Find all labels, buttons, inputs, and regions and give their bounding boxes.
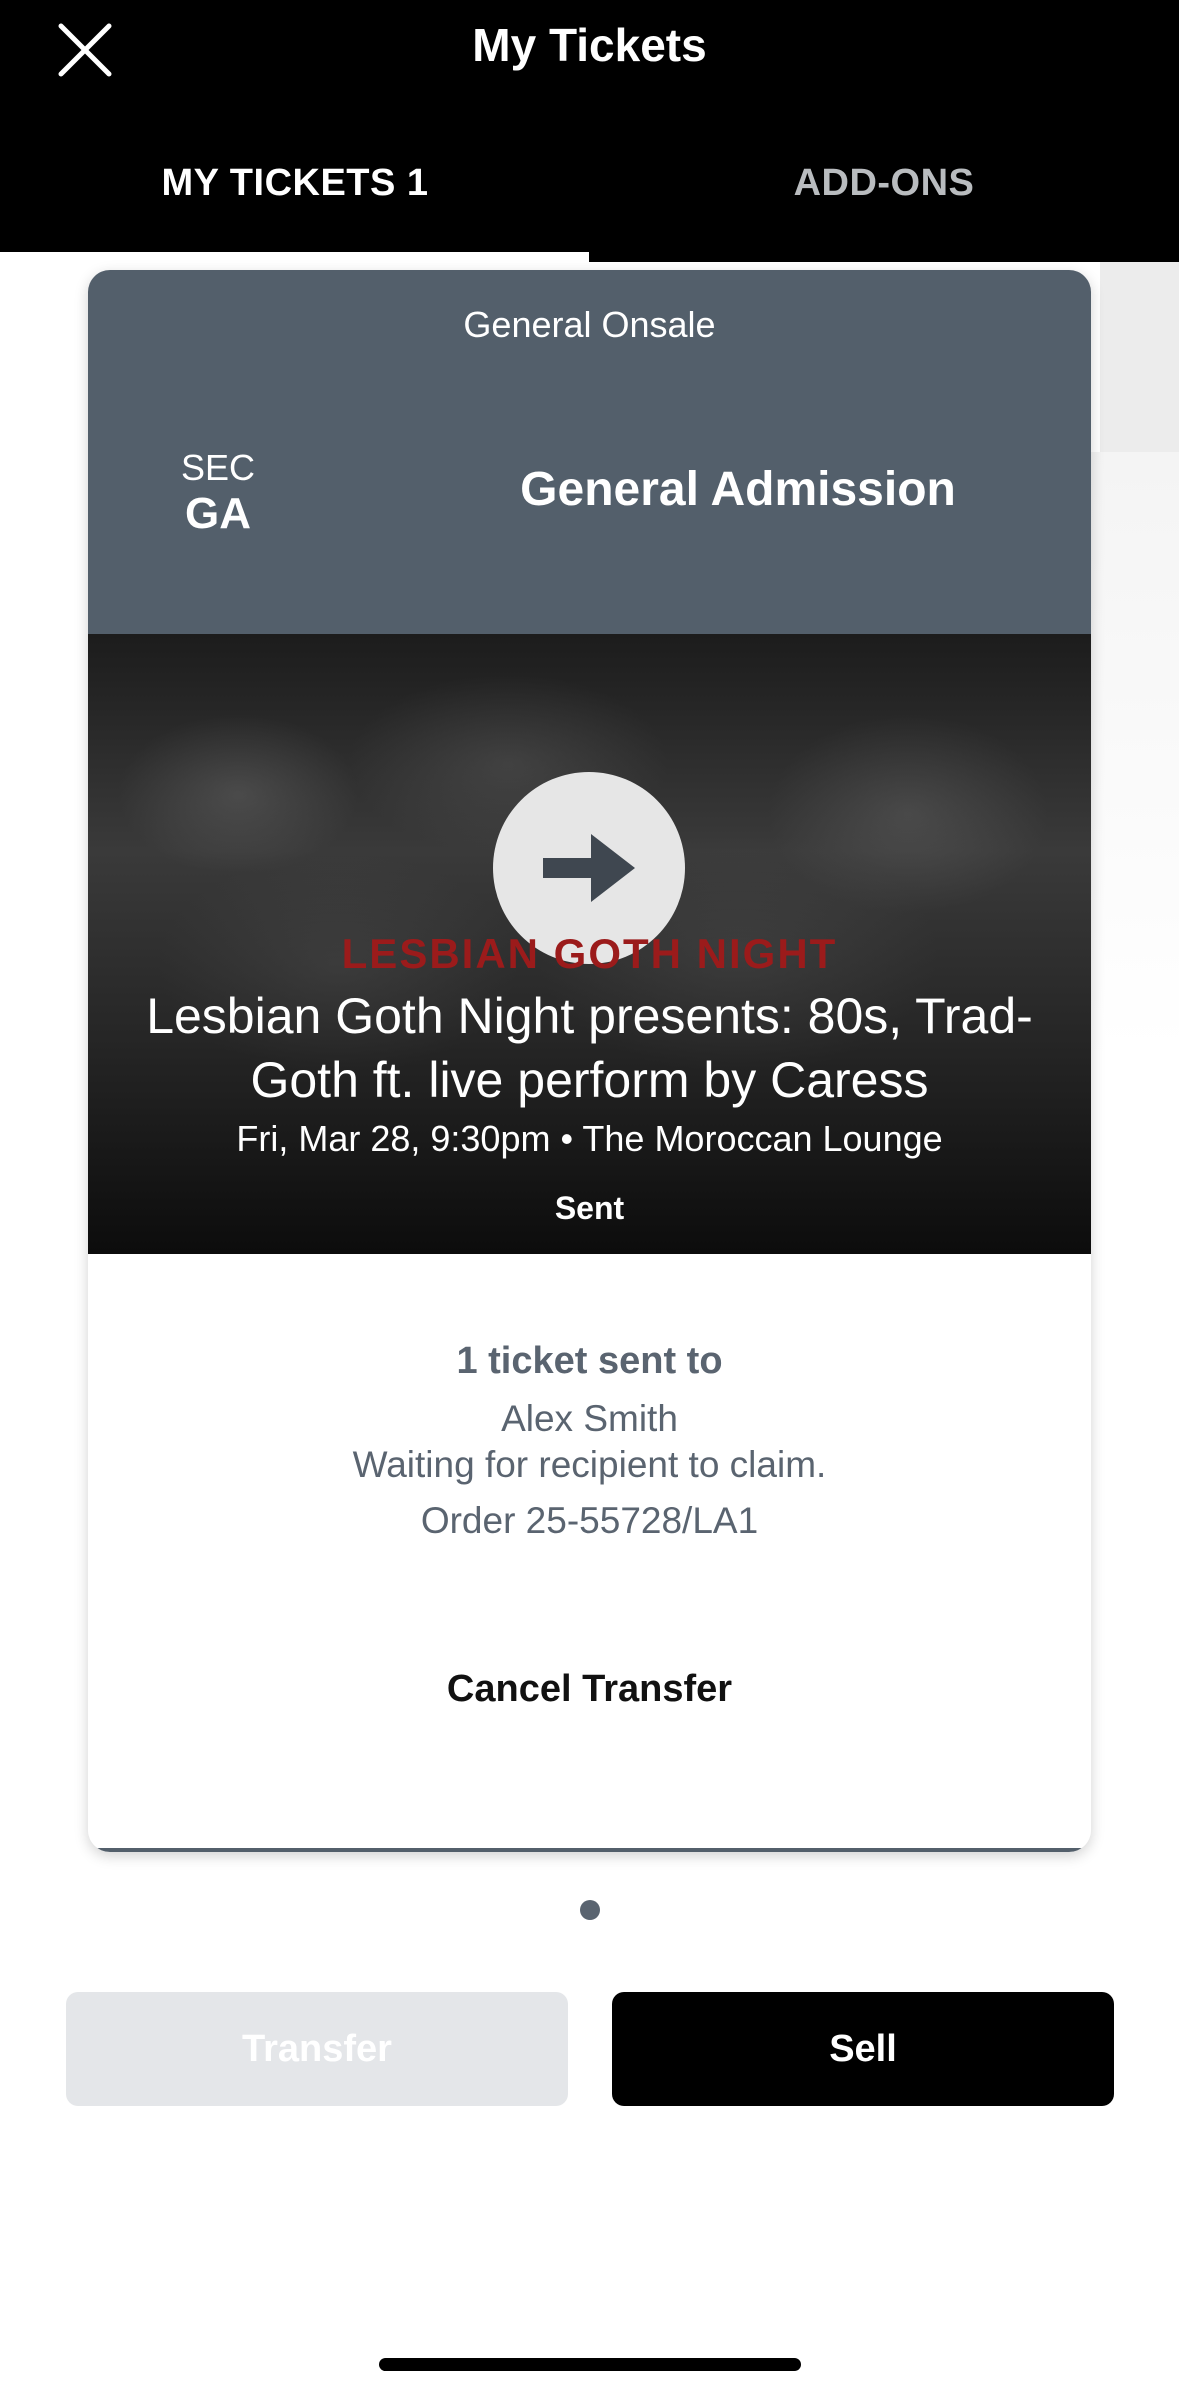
sell-button[interactable]: Sell: [612, 1992, 1114, 2106]
cancel-transfer-button[interactable]: Cancel Transfer: [88, 1668, 1091, 1711]
section-label: SEC: [180, 447, 256, 488]
order-number: Order 25-55728/LA1: [420, 1500, 759, 1541]
transfer-button[interactable]: Transfer: [66, 1992, 568, 2106]
event-image: LESBIAN GOTH NIGHT Lesbian Goth Night pr…: [88, 634, 1091, 1254]
event-title: Lesbian Goth Night presents: 80s, Trad-G…: [146, 988, 1033, 1108]
tab-my-tickets[interactable]: MY TICKETS 1: [0, 162, 590, 205]
ticket-card[interactable]: General Onsale SEC GA General Admission …: [88, 270, 1091, 1852]
top-bar: My Tickets MY TICKETS 1 ADD-ONS: [0, 0, 1179, 262]
poster-text: LESBIAN GOTH NIGHT: [341, 930, 838, 977]
transfer-details: 1 ticket sent to Alex Smith Waiting for …: [88, 1254, 1091, 1852]
next-card-peek: [1100, 262, 1179, 452]
section-block: SEC GA: [148, 448, 288, 540]
home-indicator: [379, 2358, 801, 2371]
ticket-header: General Onsale SEC GA General Admission: [88, 270, 1091, 634]
page-title: My Tickets: [472, 19, 707, 71]
onsale-label: General Onsale: [463, 304, 716, 345]
ticket-status: Sent: [554, 1190, 625, 1226]
page-indicator-dot: [580, 1900, 600, 1920]
recipient-name: Alex Smith: [501, 1398, 678, 1439]
card-bottom-border: [88, 1848, 1091, 1852]
arrow-right-icon: [543, 834, 635, 902]
transfer-status-text: Waiting for recipient to claim.: [352, 1444, 827, 1485]
tab-add-ons[interactable]: ADD-ONS: [589, 162, 1179, 205]
event-date-venue: Fri, Mar 28, 9:30pm • The Moroccan Loung…: [236, 1118, 943, 1159]
section-value: GA: [185, 489, 251, 538]
sent-count: 1 ticket sent to: [456, 1340, 723, 1382]
active-tab-indicator: [0, 252, 589, 262]
admission-type: General Admission: [520, 463, 956, 516]
next-card-shadow: [1090, 452, 1179, 1052]
